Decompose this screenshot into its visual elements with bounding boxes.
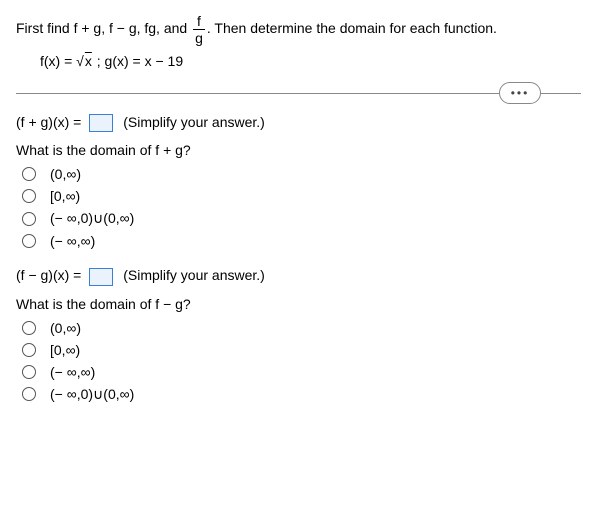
- prompt-part2: . Then determine the domain for each fun…: [207, 20, 497, 36]
- radio-icon: [22, 365, 36, 379]
- option-label: (0,∞): [50, 166, 81, 182]
- radio-icon: [22, 387, 36, 401]
- option-label: (− ∞,∞): [50, 364, 95, 380]
- given-functions: f(x) = √x ; g(x) = x − 19: [40, 53, 581, 69]
- option-label: (− ∞,0)∪(0,∞): [50, 386, 134, 403]
- option-label: (− ∞,0)∪(0,∞): [50, 210, 134, 227]
- f-minus-g-equation: (f − g)(x) = (Simplify your answer.): [16, 267, 581, 285]
- option-label: (− ∞,∞): [50, 233, 95, 249]
- option-label: (0,∞): [50, 320, 81, 336]
- q1-option-b[interactable]: [0,∞): [22, 188, 581, 204]
- q2-option-b[interactable]: [0,∞): [22, 342, 581, 358]
- radio-icon: [22, 343, 36, 357]
- q1-option-a[interactable]: (0,∞): [22, 166, 581, 182]
- f-plus-g-answer-input[interactable]: [89, 114, 113, 132]
- more-button[interactable]: •••: [499, 82, 541, 104]
- prompt-part1: First find f + g, f − g, fg, and: [16, 20, 191, 36]
- option-label: [0,∞): [50, 188, 80, 204]
- simplify-hint: (Simplify your answer.): [123, 267, 265, 283]
- domain-question-fg-diff: What is the domain of f − g?: [16, 296, 581, 312]
- radio-icon: [22, 212, 36, 226]
- radio-icon: [22, 189, 36, 203]
- radio-icon: [22, 234, 36, 248]
- q2-option-d[interactable]: (− ∞,0)∪(0,∞): [22, 386, 581, 403]
- prompt-text: First find f + g, f − g, fg, and fg. The…: [16, 14, 581, 45]
- q1-option-c[interactable]: (− ∞,0)∪(0,∞): [22, 210, 581, 227]
- radio-icon: [22, 167, 36, 181]
- q2-option-a[interactable]: (0,∞): [22, 320, 581, 336]
- divider: [16, 93, 581, 94]
- fraction-f-over-g: fg: [193, 14, 205, 45]
- f-minus-g-answer-input[interactable]: [89, 268, 113, 286]
- option-label: [0,∞): [50, 342, 80, 358]
- simplify-hint: (Simplify your answer.): [123, 114, 265, 130]
- f-plus-g-equation: (f + g)(x) = (Simplify your answer.): [16, 114, 581, 132]
- radio-icon: [22, 321, 36, 335]
- q2-option-c[interactable]: (− ∞,∞): [22, 364, 581, 380]
- q1-option-d[interactable]: (− ∞,∞): [22, 233, 581, 249]
- domain-question-fg-sum: What is the domain of f + g?: [16, 142, 581, 158]
